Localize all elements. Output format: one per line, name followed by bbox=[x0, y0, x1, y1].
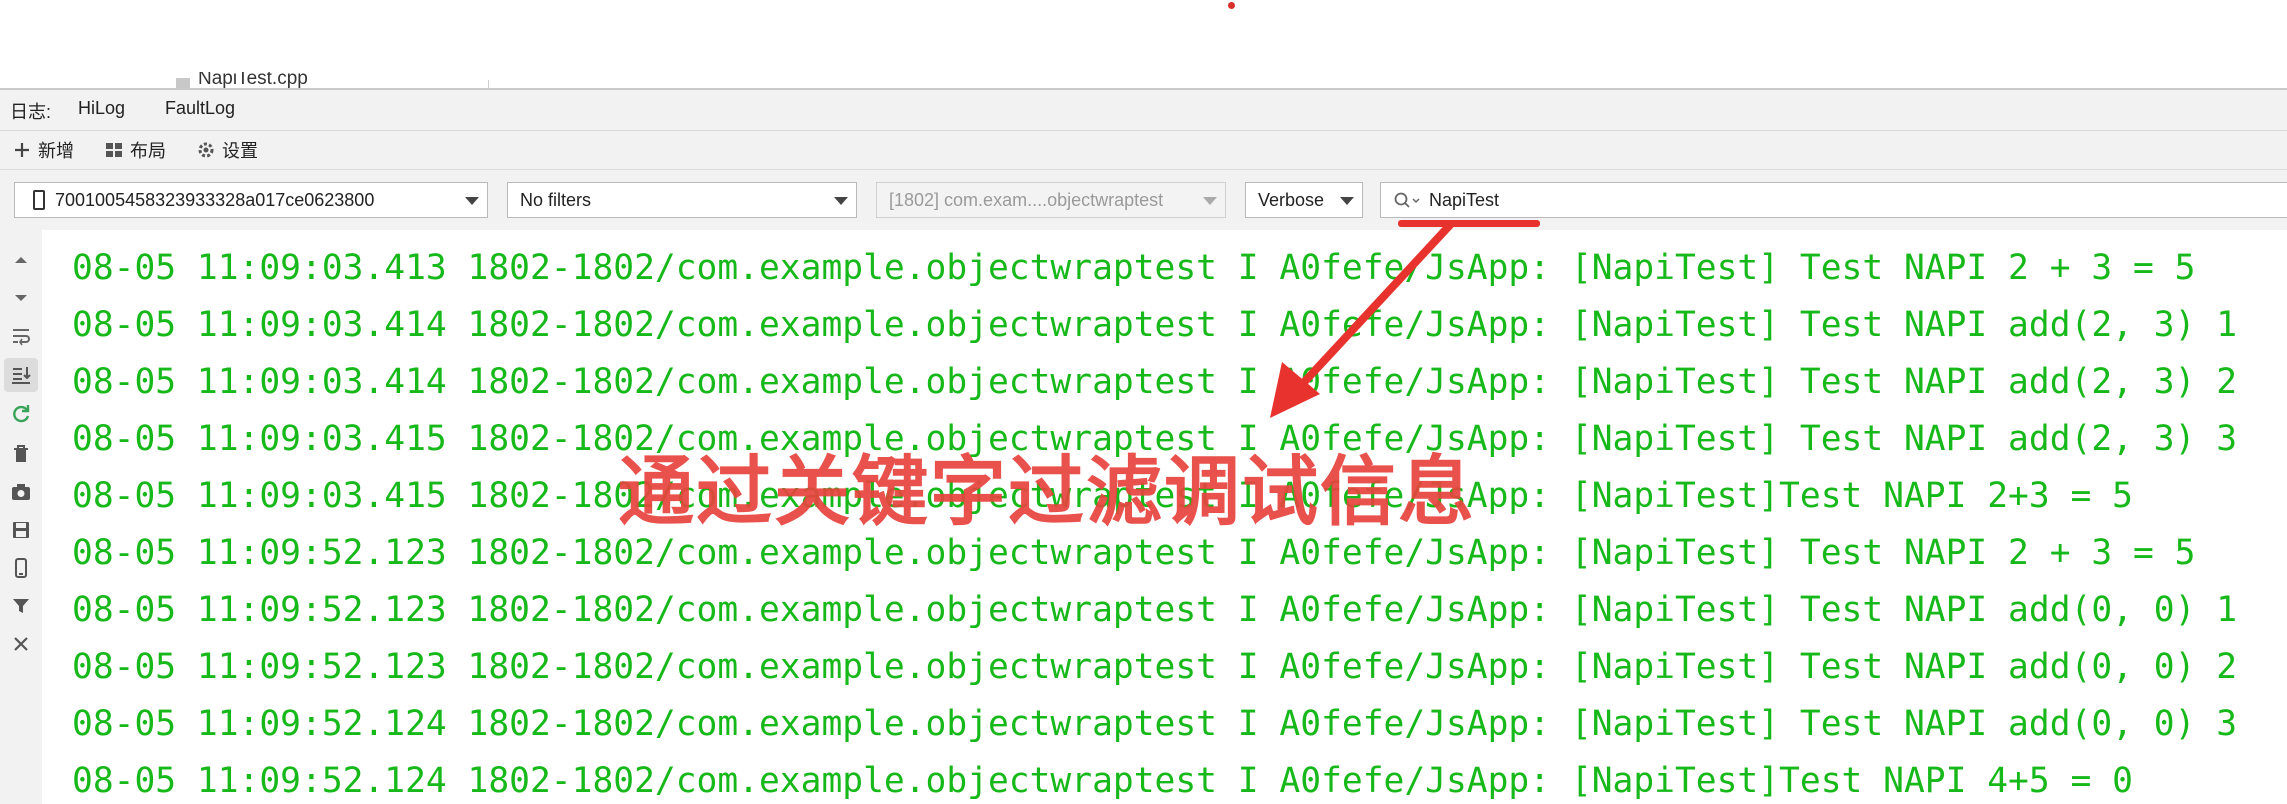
log-tabs-bar: 日志: HiLog FaultLog bbox=[0, 90, 2287, 131]
chevron-down-icon bbox=[1340, 197, 1354, 205]
filter-icon[interactable] bbox=[9, 594, 33, 618]
process-select[interactable]: [1802] com.exam....objectwraptest bbox=[876, 182, 1226, 218]
soft-wrap-icon[interactable] bbox=[9, 324, 33, 348]
restart-icon[interactable] bbox=[9, 402, 33, 426]
plus-icon bbox=[15, 143, 29, 157]
search-input-value: NapiTest bbox=[1429, 190, 1500, 210]
log-line: 08-05 11:09:52.123 1802-1802/com.example… bbox=[72, 647, 2238, 687]
log-line: 08-05 11:09:03.414 1802-1802/com.example… bbox=[72, 305, 2238, 345]
trash-icon[interactable] bbox=[9, 442, 33, 466]
up-arrow-icon[interactable] bbox=[9, 248, 33, 272]
add-button[interactable]: 新增 bbox=[12, 137, 74, 163]
editor-file-tab[interactable]: NapiTest.cpp bbox=[176, 72, 506, 88]
tab-faultlog[interactable]: FaultLog bbox=[165, 98, 235, 119]
camera-icon[interactable] bbox=[9, 480, 33, 504]
red-marker-dot bbox=[1228, 2, 1235, 9]
file-tab-label: NapiTest.cpp bbox=[198, 72, 308, 88]
log-line: 08-05 11:09:52.124 1802-1802/com.example… bbox=[72, 704, 2238, 744]
log-level-value: Verbose bbox=[1258, 190, 1325, 210]
save-icon[interactable] bbox=[9, 518, 33, 542]
settings-button[interactable]: 设置 bbox=[196, 137, 258, 163]
phone-icon bbox=[33, 190, 45, 210]
side-toolbar bbox=[0, 230, 43, 804]
tab-hilog[interactable]: HiLog bbox=[78, 98, 125, 119]
layout-button[interactable]: 布局 bbox=[104, 137, 166, 163]
log-line: 08-05 11:09:03.414 1802-1802/com.example… bbox=[72, 362, 2238, 402]
filter-bar: 7001005458323933328a017ce0623800 No filt… bbox=[0, 170, 2287, 230]
log-line: 08-05 11:09:52.123 1802-1802/com.example… bbox=[72, 590, 2238, 630]
device-select[interactable]: 7001005458323933328a017ce0623800 bbox=[14, 182, 488, 218]
filter-select-value: No filters bbox=[520, 190, 592, 210]
add-button-label: 新增 bbox=[38, 141, 74, 161]
chevron-down-icon bbox=[834, 197, 848, 205]
chevron-down-icon bbox=[465, 197, 479, 205]
gear-icon bbox=[198, 142, 214, 158]
log-level-select[interactable]: Verbose bbox=[1245, 182, 1363, 218]
log-toolbar: 新增 布局 设置 bbox=[0, 131, 2287, 170]
search-annotation-underline bbox=[1398, 220, 1540, 227]
scroll-to-end-icon[interactable] bbox=[9, 363, 33, 387]
tab-separator bbox=[488, 80, 489, 88]
file-icon bbox=[176, 78, 190, 88]
settings-button-label: 设置 bbox=[222, 141, 258, 161]
phone-icon[interactable] bbox=[9, 556, 33, 580]
chevron-down-icon bbox=[1203, 197, 1217, 205]
layout-button-label: 布局 bbox=[130, 141, 166, 161]
search-icon bbox=[1394, 192, 1420, 208]
log-line: 08-05 11:09:03.413 1802-1802/com.example… bbox=[72, 248, 2196, 288]
filter-select[interactable]: No filters bbox=[507, 182, 857, 218]
search-input[interactable]: NapiTest bbox=[1380, 182, 2287, 218]
device-select-value: 7001005458323933328a017ce0623800 bbox=[55, 190, 375, 210]
annotation-caption: 通过关键字过滤调试信息 bbox=[618, 447, 1476, 536]
layout-grid-icon bbox=[106, 143, 122, 157]
process-select-value: [1802] com.exam....objectwraptest bbox=[889, 190, 1164, 210]
down-arrow-icon[interactable] bbox=[9, 286, 33, 310]
log-line: 08-05 11:09:52.124 1802-1802/com.example… bbox=[72, 761, 2133, 801]
log-panel-label: 日志: bbox=[10, 102, 52, 122]
close-icon[interactable] bbox=[9, 632, 33, 656]
